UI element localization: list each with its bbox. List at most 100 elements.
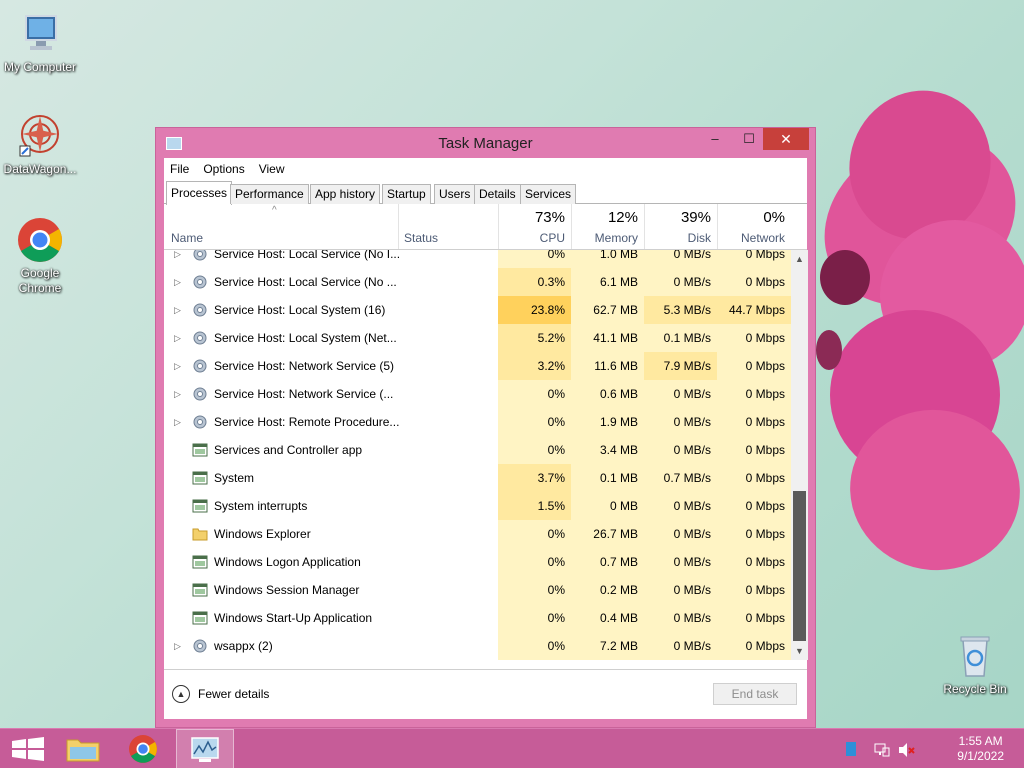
desktop-icon-label: My Computer bbox=[3, 60, 77, 74]
expand-chevron-icon[interactable]: ▷ bbox=[174, 305, 181, 316]
maximize-button[interactable]: ☐ bbox=[735, 128, 763, 150]
column-network[interactable]: Network bbox=[717, 231, 785, 245]
task-manager-window[interactable]: Task Manager – ☐ ✕ File Options View Pro… bbox=[155, 127, 816, 728]
menu-options[interactable]: Options bbox=[203, 162, 244, 176]
table-row[interactable]: Windows Logon Application 0% 0.7 MB 0 MB/s 0… bbox=[164, 548, 791, 576]
table-row[interactable]: ▷ Service Host: Local Service (No I... 0% 1… bbox=[164, 250, 791, 268]
tab-startup[interactable]: Startup bbox=[382, 184, 431, 204]
fewer-details-button[interactable]: ▲ Fewer details bbox=[172, 685, 269, 703]
folder-icon bbox=[192, 526, 208, 542]
process-name: System bbox=[214, 471, 255, 485]
scroll-down-icon[interactable]: ▼ bbox=[791, 644, 808, 658]
desktop-icon-google-chrome[interactable]: Google Chrome bbox=[0, 216, 80, 296]
clock-time: 1:55 AM bbox=[958, 734, 1003, 748]
process-name: System interrupts bbox=[214, 499, 308, 513]
menu-file[interactable]: File bbox=[170, 162, 189, 176]
tab-services[interactable]: Services bbox=[520, 184, 577, 204]
app-window-icon bbox=[192, 470, 208, 486]
action-center-icon[interactable] bbox=[846, 742, 856, 756]
table-row[interactable]: Windows Start-Up Application 0% 0.4 MB 0 MB… bbox=[164, 604, 791, 632]
network-cell: 0 Mbps bbox=[717, 548, 791, 576]
scrollbar-thumb[interactable] bbox=[793, 491, 806, 641]
table-row[interactable]: ▷ Service Host: Network Service (... 0% 0.6… bbox=[164, 380, 791, 408]
gear-icon bbox=[192, 358, 208, 374]
table-row[interactable]: ▷ Service Host: Remote Procedure... 0% 1.9 … bbox=[164, 408, 791, 436]
table-row[interactable]: ▷ Service Host: Local System (16) 23.8% 62.… bbox=[164, 296, 791, 324]
tab-users[interactable]: Users bbox=[434, 184, 476, 204]
expand-chevron-icon[interactable]: ▷ bbox=[174, 277, 181, 288]
table-row[interactable]: Windows Explorer 0% 26.7 MB 0 MB/s 0 Mbps bbox=[164, 520, 791, 548]
chevron-up-icon: ▲ bbox=[172, 685, 190, 703]
expand-chevron-icon[interactable]: ▷ bbox=[174, 361, 181, 372]
vertical-scrollbar[interactable]: ▲ ▼ bbox=[791, 250, 808, 660]
table-row[interactable]: Windows Session Manager 0% 0.2 MB 0 MB/s 0 M… bbox=[164, 576, 791, 604]
disk-cell: 0 MB/s bbox=[644, 548, 717, 576]
memory-cell: 41.1 MB bbox=[571, 324, 644, 352]
gear-icon bbox=[192, 414, 208, 430]
desktop-icon-recycle-bin[interactable]: Recycle Bin bbox=[935, 632, 1015, 697]
end-task-button[interactable]: End task bbox=[713, 683, 797, 705]
start-button[interactable] bbox=[0, 729, 58, 768]
system-clock[interactable]: 1:55 AM 9/1/2022 bbox=[957, 734, 1004, 764]
network-cell: 0 Mbps bbox=[717, 520, 791, 548]
tab-details[interactable]: Details bbox=[474, 184, 521, 204]
disk-cell: 0 MB/s bbox=[644, 268, 717, 296]
minimize-button[interactable]: – bbox=[701, 128, 729, 150]
desktop-icon-datawagon[interactable]: DataWagon... bbox=[0, 112, 80, 177]
disk-cell: 0 MB/s bbox=[644, 576, 717, 604]
desktop-icon-label: DataWagon... bbox=[3, 162, 77, 176]
tab-performance[interactable]: Performance bbox=[230, 184, 309, 204]
table-row[interactable]: ▷ Service Host: Local Service (No ... 0.3%… bbox=[164, 268, 791, 296]
expand-chevron-icon[interactable]: ▷ bbox=[174, 250, 181, 260]
network-cell: 0 Mbps bbox=[717, 352, 791, 380]
table-row[interactable]: System interrupts 1.5% 0 MB 0 MB/s 0 Mbps bbox=[164, 492, 791, 520]
column-disk[interactable]: Disk bbox=[644, 231, 711, 245]
expand-chevron-icon[interactable]: ▷ bbox=[174, 641, 181, 652]
network-cell: 0 Mbps bbox=[717, 576, 791, 604]
footer-bar: ▲ Fewer details End task bbox=[164, 669, 807, 719]
process-name: Service Host: Local Service (No I... bbox=[214, 250, 401, 261]
gear-icon bbox=[192, 330, 208, 346]
memory-cell: 6.1 MB bbox=[571, 268, 644, 296]
taskbar-file-explorer[interactable] bbox=[54, 729, 112, 768]
menu-view[interactable]: View bbox=[259, 162, 285, 176]
process-name: Windows Logon Application bbox=[214, 555, 361, 569]
taskbar: 1:55 AM 9/1/2022 bbox=[0, 728, 1024, 768]
close-button[interactable]: ✕ bbox=[763, 128, 809, 150]
cpu-cell: 0% bbox=[498, 548, 571, 576]
column-memory[interactable]: Memory bbox=[571, 231, 638, 245]
network-cell: 44.7 Mbps bbox=[717, 296, 791, 324]
scroll-up-icon[interactable]: ▲ bbox=[791, 252, 808, 266]
volume-muted-icon[interactable] bbox=[898, 742, 915, 757]
recycle-bin-icon bbox=[951, 632, 999, 680]
taskbar-google-chrome[interactable] bbox=[114, 729, 172, 768]
table-row[interactable]: Services and Controller app 0% 3.4 MB 0 MB/… bbox=[164, 436, 791, 464]
network-icon[interactable] bbox=[874, 742, 890, 757]
expand-chevron-icon[interactable]: ▷ bbox=[174, 417, 181, 428]
gear-icon bbox=[192, 250, 208, 262]
gear-icon bbox=[192, 638, 208, 654]
tab-processes[interactable]: Processes bbox=[166, 181, 233, 205]
title-bar[interactable]: Task Manager – ☐ ✕ bbox=[156, 128, 815, 158]
column-status[interactable]: Status bbox=[404, 231, 438, 245]
cpu-cell: 3.2% bbox=[498, 352, 571, 380]
disk-cell: 0 MB/s bbox=[644, 604, 717, 632]
expand-chevron-icon[interactable]: ▷ bbox=[174, 333, 181, 344]
tab-app-history[interactable]: App history bbox=[310, 184, 381, 204]
desktop-icon-my-computer[interactable]: My Computer bbox=[0, 10, 80, 75]
cpu-cell: 3.7% bbox=[498, 464, 571, 492]
table-row[interactable]: ▷ Service Host: Network Service (5) 3.2% 11… bbox=[164, 352, 791, 380]
expand-chevron-icon[interactable]: ▷ bbox=[174, 389, 181, 400]
disk-cell: 0 MB/s bbox=[644, 436, 717, 464]
column-name[interactable]: Name bbox=[171, 231, 203, 245]
table-row[interactable]: ▷ Service Host: Local System (Net... 5.2% 4… bbox=[164, 324, 791, 352]
process-name: wsappx (2) bbox=[214, 639, 273, 653]
table-row[interactable]: System 3.7% 0.1 MB 0.7 MB/s 0 Mbps bbox=[164, 464, 791, 492]
table-row[interactable]: ▷ wsappx (2) 0% 7.2 MB 0 MB/s 0 Mbps bbox=[164, 632, 791, 660]
process-name: Service Host: Network Service (... bbox=[214, 387, 394, 401]
taskbar-task-manager[interactable] bbox=[176, 729, 234, 768]
disk-cell: 0 MB/s bbox=[644, 250, 717, 268]
memory-cell: 0 MB bbox=[571, 492, 644, 520]
disk-cell: 0 MB/s bbox=[644, 632, 717, 660]
column-cpu[interactable]: CPU bbox=[498, 231, 565, 245]
